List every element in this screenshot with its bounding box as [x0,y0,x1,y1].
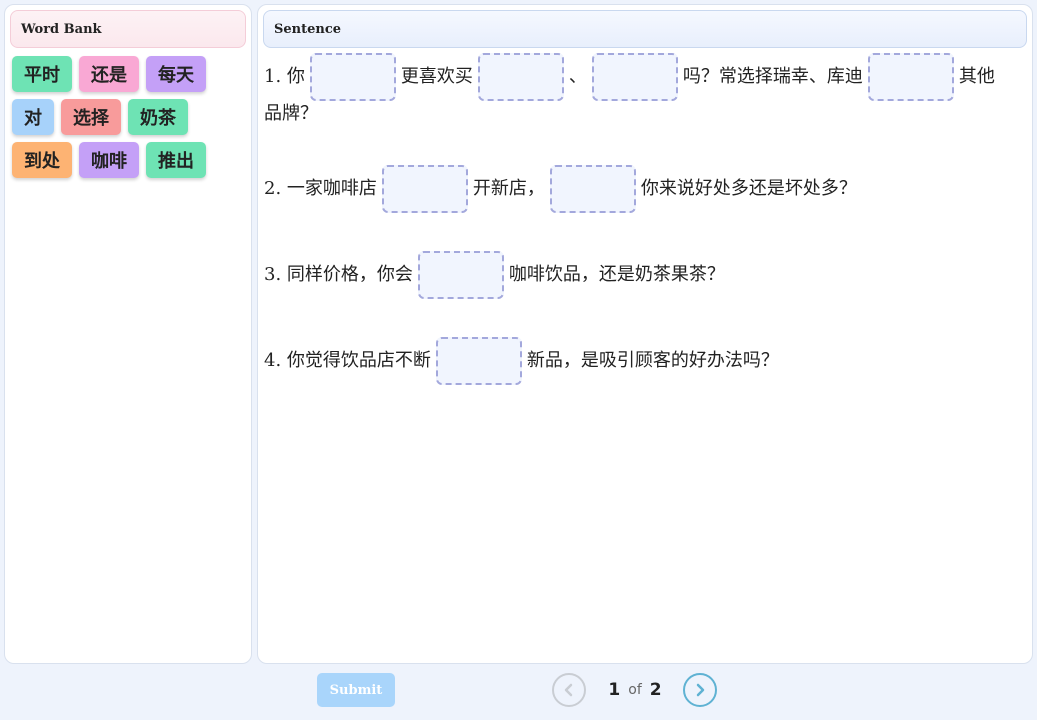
page-of-label: of [628,682,642,698]
sentence-row: 2. 一家咖啡店 开新店， 你来说好处多还是坏处多？ [264,165,1026,213]
word-bank-panel: Word Bank 平时 还是 每天对选择 奶茶到处 咖啡 推出 [4,4,252,664]
sentence-list: 1. 你 更喜欢买 、 吗？常选择瑞幸、库迪 其他品牌？ 2. 一家咖啡店 开新店， 你来说好… [264,53,1026,423]
blank-drop-slot[interactable] [549,165,636,213]
sentence-text: 开新店， [472,178,545,199]
word-bank-title: Word Bank [21,21,102,37]
sentence-row: 3. 同样价格，你会 咖啡饮品，还是奶茶果茶？ [264,251,1026,299]
chevron-right-icon [696,683,705,697]
chevron-left-icon [564,683,573,697]
word-bank-header: Word Bank [10,10,246,48]
submit-button[interactable]: Submit [317,673,395,707]
blank-drop-slot[interactable] [477,53,564,101]
sentence-text: 4. 你觉得饮品店不断 [264,350,431,371]
blank-drop-slot[interactable] [591,53,678,101]
blank-drop-slot[interactable] [381,165,468,213]
sentence-text: 3. 同样价格，你会 [264,264,413,285]
sentence-panel: Sentence 1. 你 更喜欢买 、 吗？常选择瑞幸、库迪 其他品牌？ 2. 一家咖啡… [257,4,1033,664]
word-chip[interactable]: 咖啡 [79,142,139,178]
sentence-text: 、 [568,66,587,87]
next-page-button[interactable] [683,673,717,707]
page-total: 2 [649,680,662,700]
pagination: 1 of 2 [600,678,670,702]
page-current: 1 [608,680,621,700]
sentence-row: 4. 你觉得饮品店不断 新品，是吸引顾客的好办法吗？ [264,337,1026,385]
sentence-text: 品牌？ [264,103,318,124]
word-chip[interactable]: 平时 [12,56,72,92]
sentence-header: Sentence [263,10,1027,48]
blank-drop-slot[interactable] [309,53,396,101]
word-chip[interactable]: 每天 [146,56,206,92]
sentence-text: 吗？常选择瑞幸、库迪 [682,66,863,87]
word-bank: 平时 还是 每天对选择 奶茶到处 咖啡 推出 [12,56,248,178]
word-chip[interactable]: 对 [12,99,54,135]
word-chip[interactable]: 选择 [61,99,121,135]
word-chip[interactable]: 奶茶 [128,99,188,135]
blank-drop-slot[interactable] [417,251,504,299]
sentence-text: 更喜欢买 [400,66,473,87]
word-chip[interactable]: 还是 [79,56,139,92]
sentence-text: 1. 你 [264,66,305,87]
sentence-text: 咖啡饮品，还是奶茶果茶？ [508,264,725,285]
sentence-text: 2. 一家咖啡店 [264,178,377,199]
sentence-text: 新品，是吸引顾客的好办法吗？ [526,350,779,371]
prev-page-button[interactable] [552,673,586,707]
sentence-text: 其他 [958,66,995,87]
sentence-text: 你来说好处多还是坏处多？ [640,178,857,199]
blank-drop-slot[interactable] [867,53,954,101]
word-chip[interactable]: 到处 [12,142,72,178]
word-chip[interactable]: 推出 [146,142,206,178]
blank-drop-slot[interactable] [435,337,522,385]
sentence-row: 1. 你 更喜欢买 、 吗？常选择瑞幸、库迪 其他品牌？ [264,53,1026,127]
sentence-title: Sentence [274,21,342,37]
